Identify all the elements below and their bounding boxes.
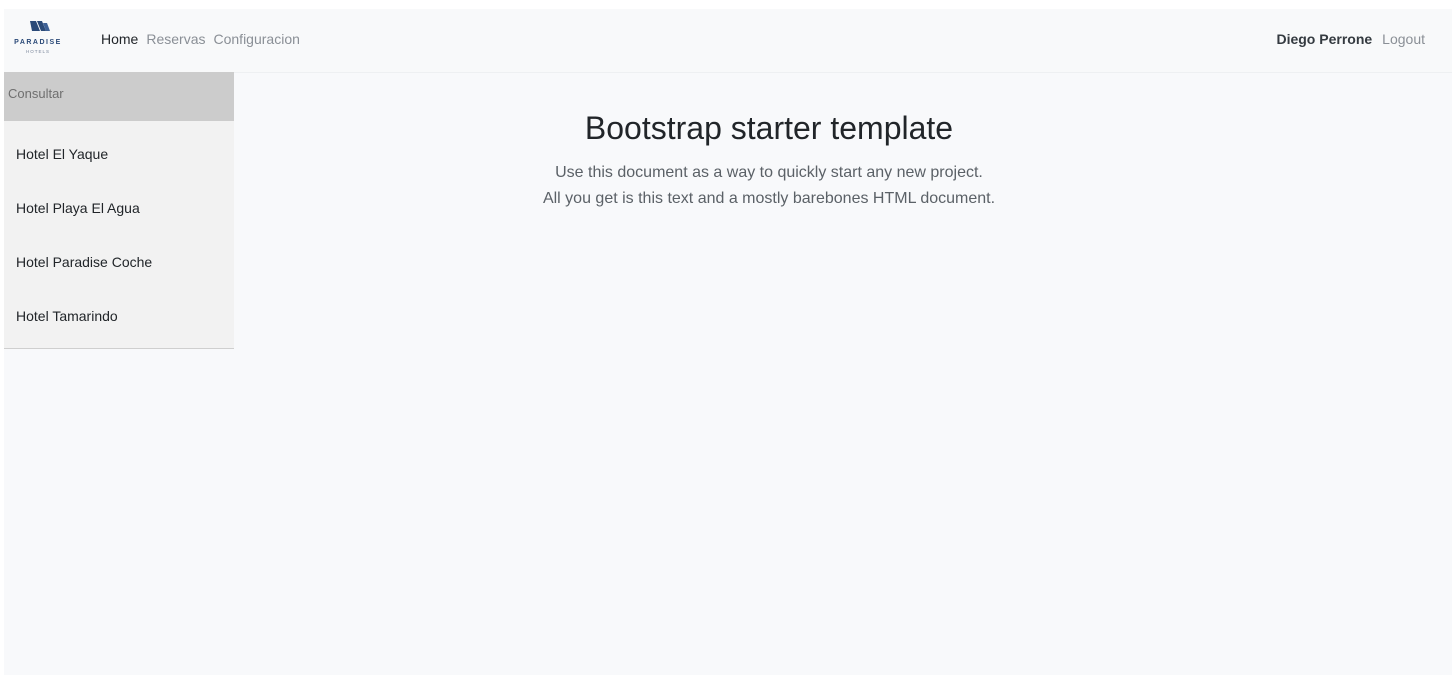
top-navbar: PARADISE HOTELS Home Reservas Configurac… (4, 9, 1452, 73)
sidebar-item-label: Hotel Paradise Coche (16, 254, 153, 270)
lead-text: Use this document as a way to quickly st… (234, 160, 1304, 212)
sidebar: Consultar Hotel El Yaque Hotel Playa El … (4, 72, 234, 349)
username: Diego Perrone (1276, 31, 1373, 47)
sidebar-header: Consultar (4, 72, 234, 121)
logo-subtitle: HOTELS (25, 49, 50, 54)
lead-line-1: Use this document as a way to quickly st… (555, 164, 983, 181)
sails-icon (30, 21, 50, 31)
sidebar-item-label: Hotel Playa El Agua (16, 200, 140, 216)
logout-link[interactable]: Logout (1382, 31, 1425, 47)
sidebar-header-label: Consultar (8, 86, 64, 101)
page: PARADISE HOTELS Home Reservas Configurac… (4, 9, 1452, 675)
user-menu: Diego Perrone Logout (1276, 31, 1425, 47)
nav-link-configuracion[interactable]: Configuracion (214, 31, 300, 47)
brand-logo[interactable]: PARADISE HOTELS (12, 19, 64, 63)
sidebar-item-hotel-paradise-coche[interactable]: Hotel Paradise Coche (4, 243, 234, 283)
nav-link-reservas[interactable]: Reservas (146, 31, 205, 47)
nav-links: Home Reservas Configuracion (101, 31, 308, 47)
lead-line-2: All you get is this text and a mostly ba… (542, 190, 996, 207)
sidebar-item-label: Hotel El Yaque (16, 146, 109, 162)
sidebar-item-hotel-tamarindo[interactable]: Hotel Tamarindo (4, 297, 234, 337)
sidebar-item-label: Hotel Tamarindo (16, 308, 118, 324)
sidebar-item-hotel-el-yaque[interactable]: Hotel El Yaque (4, 135, 234, 175)
sidebar-item-hotel-playa-el-agua[interactable]: Hotel Playa El Agua (4, 189, 234, 229)
nav-link-home[interactable]: Home (101, 31, 138, 47)
page-title: Bootstrap starter template (584, 110, 954, 146)
starter-template: Bootstrap starter template Use this docu… (234, 104, 1304, 212)
logo-wordmark: PARADISE (14, 39, 62, 46)
